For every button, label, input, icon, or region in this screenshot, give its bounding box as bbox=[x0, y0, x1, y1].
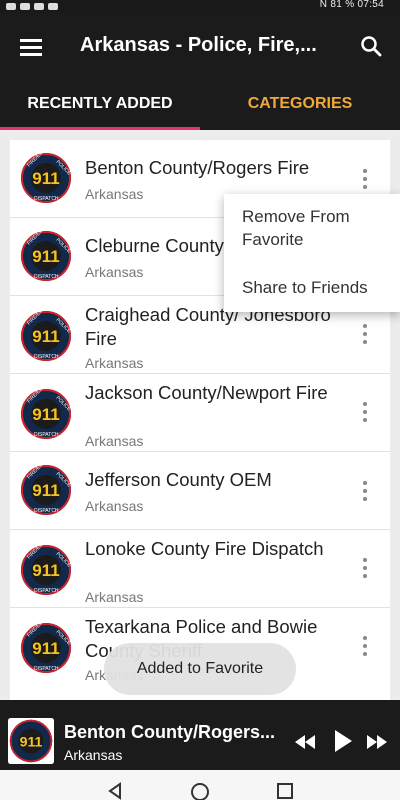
item-title: Jefferson County OEM bbox=[85, 469, 272, 490]
notification-icon bbox=[34, 2, 44, 10]
rewind-icon[interactable] bbox=[293, 732, 317, 752]
item-subtitle: Arkansas bbox=[85, 498, 144, 514]
recent-apps-icon[interactable] bbox=[276, 782, 294, 800]
toolbar: Arkansas - Police, Fire,... bbox=[0, 12, 400, 82]
item-subtitle: Arkansas bbox=[85, 589, 144, 605]
logo-911-icon: 911 FIRE/EMS POLICE DISPATCH bbox=[21, 544, 72, 595]
svg-text:911: 911 bbox=[32, 327, 59, 346]
notification-icon bbox=[6, 2, 16, 10]
item-subtitle: Arkansas bbox=[85, 355, 144, 371]
system-navigation-bar bbox=[0, 770, 400, 800]
play-icon[interactable] bbox=[332, 728, 354, 754]
svg-text:911: 911 bbox=[32, 561, 59, 580]
svg-text:911: 911 bbox=[32, 247, 59, 266]
list-item[interactable]: 911 FIRE/EMS POLICE DISPATCH Jackson Cou… bbox=[10, 374, 390, 452]
item-title: Jackson County/Newport Fire bbox=[85, 382, 328, 403]
logo-911-icon: 911 FIRE/EMS POLICE DISPATCH bbox=[21, 464, 72, 515]
status-bar: N 81 % 07:54 bbox=[0, 0, 400, 12]
notification-icon bbox=[20, 2, 30, 10]
svg-text:DISPATCH: DISPATCH bbox=[34, 666, 59, 672]
tab-categories[interactable]: CATEGORIES bbox=[200, 82, 400, 130]
player-title: Benton County/Rogers... bbox=[64, 722, 275, 742]
home-icon[interactable] bbox=[190, 782, 210, 800]
player-subtitle: Arkansas bbox=[64, 747, 123, 763]
svg-text:911: 911 bbox=[32, 639, 59, 658]
status-right-text: N 81 % 07:54 bbox=[319, 0, 384, 10]
logo-911-icon: 911 FIRE/EMS POLICE DISPATCH bbox=[21, 230, 72, 281]
notification-icon bbox=[48, 2, 58, 10]
svg-text:DISPATCH: DISPATCH bbox=[34, 196, 59, 202]
svg-text:DISPATCH: DISPATCH bbox=[34, 508, 59, 514]
fast-forward-icon[interactable] bbox=[365, 732, 389, 752]
more-options-icon[interactable] bbox=[355, 167, 375, 191]
tab-indicator bbox=[0, 127, 200, 130]
tab-recently-added[interactable]: RECENTLY ADDED bbox=[0, 82, 200, 130]
item-title: Lonoke County Fire Dispatch bbox=[85, 538, 324, 559]
more-options-icon[interactable] bbox=[355, 634, 375, 658]
logo-911-icon: 911 FIRE/EMS POLICE DISPATCH bbox=[21, 310, 72, 361]
toast-message: Added to Favorite bbox=[104, 643, 296, 695]
svg-text:911: 911 bbox=[20, 733, 43, 749]
item-title: Benton County/Rogers Fire bbox=[85, 157, 310, 178]
item-subtitle: Arkansas bbox=[85, 433, 144, 449]
mini-player[interactable]: 911 Benton County/Rogers... Arkansas bbox=[0, 700, 400, 770]
menu-item-share[interactable]: Share to Friends bbox=[242, 276, 368, 299]
more-options-icon[interactable] bbox=[355, 556, 375, 580]
notification-icons bbox=[6, 0, 58, 12]
svg-text:911: 911 bbox=[32, 405, 59, 424]
more-options-icon[interactable] bbox=[355, 322, 375, 346]
more-options-icon[interactable] bbox=[355, 479, 375, 503]
logo-911-icon: 911 FIRE/EMS POLICE DISPATCH bbox=[21, 388, 72, 439]
svg-text:DISPATCH: DISPATCH bbox=[34, 274, 59, 280]
svg-text:DISPATCH: DISPATCH bbox=[34, 354, 59, 360]
item-subtitle: Arkansas bbox=[85, 186, 144, 202]
page-title: Arkansas - Police, Fire,... bbox=[80, 34, 317, 56]
search-icon[interactable] bbox=[359, 34, 383, 58]
tab-bar: RECENTLY ADDED CATEGORIES bbox=[0, 82, 400, 130]
item-subtitle: Arkansas bbox=[85, 264, 144, 280]
menu-item-remove-favorite[interactable]: Remove From Favorite bbox=[242, 205, 392, 251]
list-item[interactable]: 911 FIRE/EMS POLICE DISPATCH Jefferson C… bbox=[10, 452, 390, 530]
options-popup-menu: Remove From Favorite Share to Friends bbox=[224, 194, 400, 312]
more-options-icon[interactable] bbox=[355, 400, 375, 424]
svg-text:DISPATCH: DISPATCH bbox=[34, 432, 59, 438]
svg-text:911: 911 bbox=[32, 481, 59, 500]
svg-text:911: 911 bbox=[32, 169, 59, 188]
logo-911-icon: 911 FIRE/EMS POLICE DISPATCH bbox=[21, 622, 72, 673]
menu-icon[interactable] bbox=[20, 39, 42, 56]
back-icon[interactable] bbox=[106, 782, 124, 800]
svg-text:DISPATCH: DISPATCH bbox=[34, 588, 59, 594]
logo-911-icon: 911 FIRE/EMS POLICE DISPATCH bbox=[21, 152, 72, 203]
logo-911-icon: 911 bbox=[8, 718, 54, 764]
list-item[interactable]: 911 FIRE/EMS POLICE DISPATCH Lonoke Coun… bbox=[10, 530, 390, 608]
